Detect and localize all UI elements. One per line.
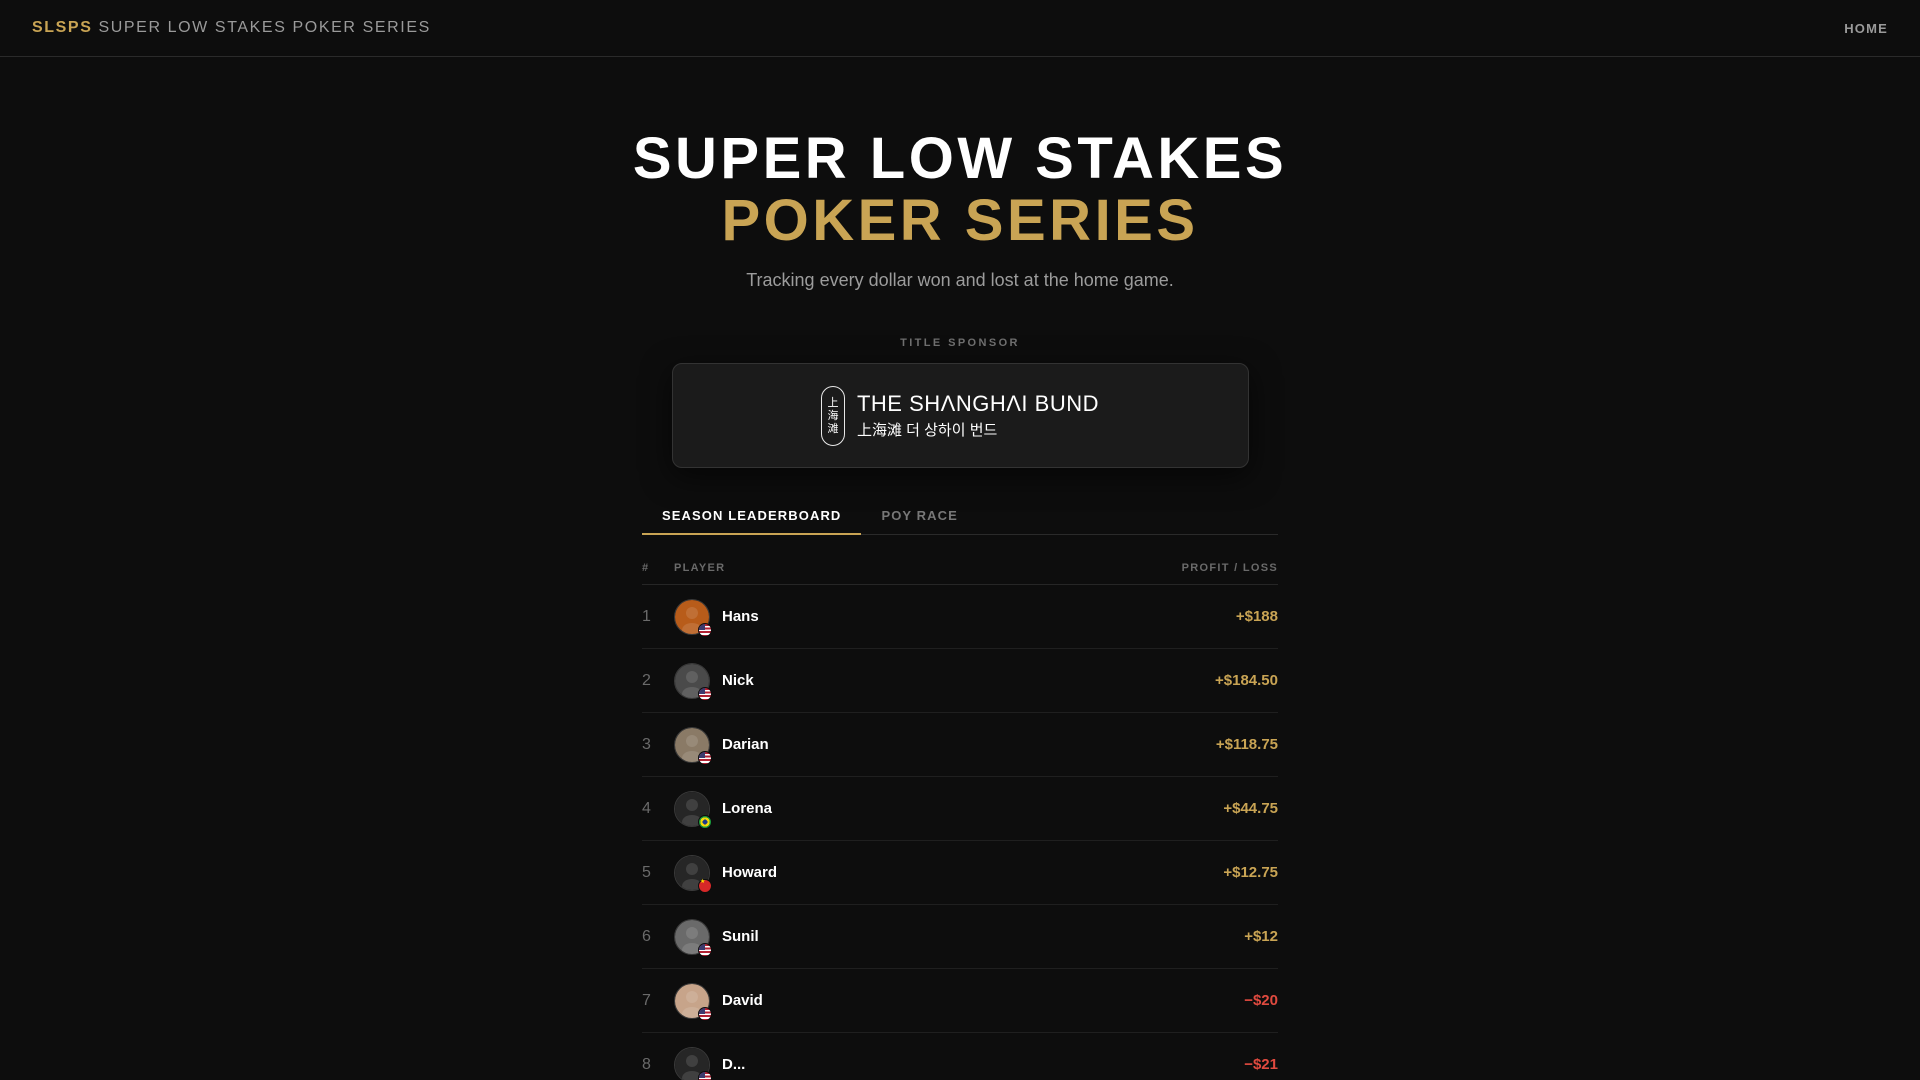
rank-number: 6	[642, 927, 651, 945]
rank-number: 2	[642, 671, 651, 689]
player-avatar[interactable]	[674, 982, 712, 1021]
home-link[interactable]: HOME	[1844, 21, 1888, 36]
avatar-head	[686, 862, 698, 875]
sponsor-label: TITLE SPONSOR	[900, 337, 1020, 349]
country-flag-icon	[698, 750, 712, 765]
table-row[interactable]: 2 Nick +$184.50	[642, 649, 1278, 713]
table-row[interactable]: 7 David −$20	[642, 969, 1278, 1033]
tab-poy-race[interactable]: POY RACE	[861, 508, 977, 534]
player-avatar[interactable]	[674, 790, 712, 829]
player-avatar[interactable]	[674, 854, 712, 893]
country-flag-icon	[698, 1006, 712, 1021]
tagline: Tracking every dollar won and lost at th…	[746, 270, 1174, 290]
avatar-head	[686, 734, 698, 747]
country-flag-icon	[698, 622, 712, 637]
seal-char: 滩	[827, 422, 839, 435]
sponsor-card[interactable]: 上 海 滩 THE SHΛNGHΛI BUND 上海滩 더 상하이 번드	[671, 363, 1249, 468]
player-avatar[interactable]	[674, 662, 712, 701]
table-row[interactable]: 1 Hans +$188	[642, 585, 1278, 649]
seal-char: 海	[827, 409, 839, 422]
tab-season-leaderboard[interactable]: SEASON LEADERBOARD	[642, 508, 862, 535]
col-player-header: PLAYER	[674, 561, 726, 574]
table-row[interactable]: 3 Darian +$118.75	[642, 713, 1278, 777]
country-flag-icon	[698, 686, 712, 701]
table-header: # PLAYER PROFIT / LOSS	[642, 535, 1278, 585]
title-line-2: POKER SERIES	[721, 188, 1199, 253]
player-avatar[interactable]	[674, 726, 712, 765]
profit-loss-value: +$12	[1244, 928, 1278, 945]
table-row[interactable]: 5 Howard+$12.75	[642, 841, 1278, 905]
country-flag-icon	[698, 942, 712, 957]
player-avatar[interactable]	[674, 1046, 712, 1080]
rank-number: 5	[642, 863, 651, 881]
sponsor-name: THE SHΛNGHΛI BUND	[856, 391, 1099, 416]
rank-number: 7	[642, 991, 651, 1009]
leaderboard-section: SEASON LEADERBOARD POY RACE # PLAYER PRO…	[642, 508, 1278, 1080]
rank-number: 4	[642, 799, 651, 817]
player-name[interactable]: David	[722, 992, 1244, 1009]
player-avatar[interactable]	[674, 918, 712, 957]
page-title: SUPER LOW STAKES POKER SERIES	[0, 128, 1920, 252]
hero-section: SUPER LOW STAKES POKER SERIES Tracking e…	[0, 128, 1920, 291]
avatar-head	[686, 926, 698, 939]
avatar-head	[686, 670, 698, 683]
country-flag-icon	[698, 878, 712, 893]
top-nav-bar: SLSPS SUPER LOW STAKES POKER SERIES HOME	[0, 0, 1920, 57]
seal-char: 上	[827, 396, 839, 409]
profit-loss-value: +$188	[1235, 608, 1278, 625]
player-name[interactable]: D...	[722, 1056, 1244, 1073]
brand-logo[interactable]: SLSPS SUPER LOW STAKES POKER SERIES	[32, 19, 431, 37]
country-flag-icon	[698, 814, 712, 829]
rank-number: 3	[642, 735, 651, 753]
leaderboard-rows: 1 Hans +$188 2 Nick +$184.50 3 Darian +$118.75 4 L…	[642, 585, 1278, 1080]
sponsor-subtitle: 上海滩 더 상하이 번드	[856, 422, 998, 439]
table-row[interactable]: 4 Lorena +$44.75	[642, 777, 1278, 841]
avatar-head	[686, 1054, 698, 1067]
profit-loss-value: +$44.75	[1223, 800, 1278, 817]
profit-loss-value: +$118.75	[1215, 736, 1278, 753]
player-avatar[interactable]	[674, 598, 712, 637]
title-line-1: SUPER LOW STAKES	[632, 126, 1288, 191]
profit-loss-value: −$21	[1244, 1056, 1278, 1073]
rank-number: 8	[642, 1055, 651, 1073]
profit-loss-value: +$12.75	[1223, 864, 1278, 881]
col-rank-header: #	[642, 561, 650, 574]
player-name[interactable]: Howard	[722, 864, 1223, 881]
avatar-head	[686, 798, 698, 811]
player-name[interactable]: Darian	[722, 736, 1216, 753]
sponsor-seal-logo: 上 海 滩	[820, 385, 845, 446]
profit-loss-value: −$20	[1244, 992, 1278, 1009]
table-row[interactable]: 6 Sunil +$12	[642, 905, 1278, 969]
brand-short: SLSPS	[32, 19, 93, 36]
brand-long: SUPER LOW STAKES POKER SERIES	[98, 19, 431, 36]
player-name[interactable]: Hans	[722, 608, 1236, 625]
col-profit-loss-header: PROFIT / LOSS	[1181, 561, 1278, 574]
player-name[interactable]: Nick	[722, 672, 1215, 689]
tab-bar: SEASON LEADERBOARD POY RACE	[642, 508, 1278, 535]
table-row[interactable]: 8 D... −$21	[642, 1033, 1278, 1080]
avatar-head	[686, 990, 698, 1003]
player-name[interactable]: Sunil	[722, 928, 1244, 945]
sponsor-text: THE SHΛNGHΛI BUND 上海滩 더 상하이 번드	[857, 391, 1099, 440]
avatar-head	[686, 606, 698, 619]
player-name[interactable]: Lorena	[722, 800, 1223, 817]
profit-loss-value: +$184.50	[1215, 672, 1278, 689]
rank-number: 1	[642, 607, 651, 625]
country-flag-icon	[698, 1070, 712, 1080]
